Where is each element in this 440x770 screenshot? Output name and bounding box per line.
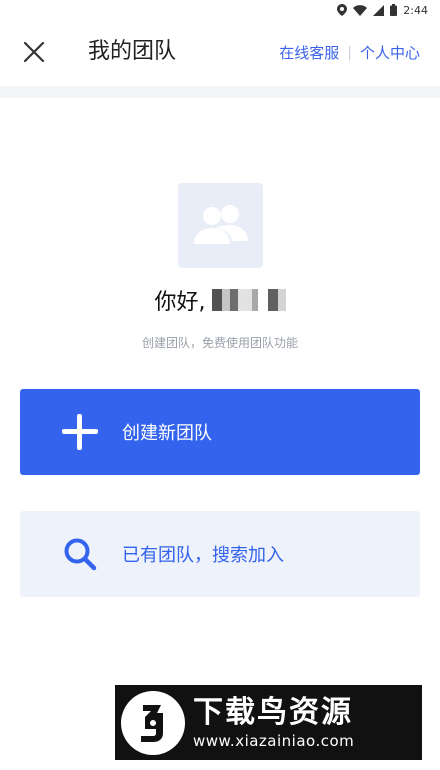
location-icon [337, 4, 348, 16]
app-header: 我的团队 在线客服 | 个人中心 [0, 20, 440, 84]
battery-icon [390, 4, 398, 16]
greeting-text: 你好, [154, 290, 206, 315]
close-icon [23, 41, 45, 63]
bird-icon [141, 704, 163, 742]
header-divider [0, 86, 440, 98]
watermark-logo [121, 690, 185, 755]
redacted-username [211, 289, 286, 311]
create-team-button[interactable]: 创建新团队 [20, 389, 420, 475]
watermark-url: www.xiazainiao.com [193, 731, 355, 750]
team-users-icon [193, 204, 248, 244]
create-team-label: 创建新团队 [122, 423, 212, 444]
status-time: 2:44 [403, 3, 428, 17]
search-icon [60, 534, 100, 574]
plus-icon [60, 412, 100, 452]
watermark-text: 下载鸟资源 www.xiazainiao.com [193, 695, 354, 751]
status-bar: 2:44 [0, 0, 440, 20]
wifi-icon [353, 4, 368, 16]
signal-icon [373, 4, 385, 16]
watermark: 下载鸟资源 www.xiazainiao.com [115, 685, 422, 760]
subtitle: 创建团队，免费使用团队功能 [141, 336, 298, 350]
close-button[interactable] [20, 38, 48, 66]
page-title: 我的团队 [88, 39, 177, 64]
watermark-title: 下载鸟资源 [193, 694, 353, 730]
link-separator: | [347, 45, 352, 61]
join-team-button[interactable]: 已有团队，搜索加入 [20, 511, 420, 597]
header-links: 在线客服 | 个人中心 [279, 43, 420, 63]
team-avatar [178, 183, 263, 268]
online-support-link[interactable]: 在线客服 [279, 43, 339, 63]
personal-center-link[interactable]: 个人中心 [360, 43, 420, 63]
join-team-label: 已有团队，搜索加入 [122, 545, 284, 566]
greeting: 你好, [0, 283, 440, 317]
